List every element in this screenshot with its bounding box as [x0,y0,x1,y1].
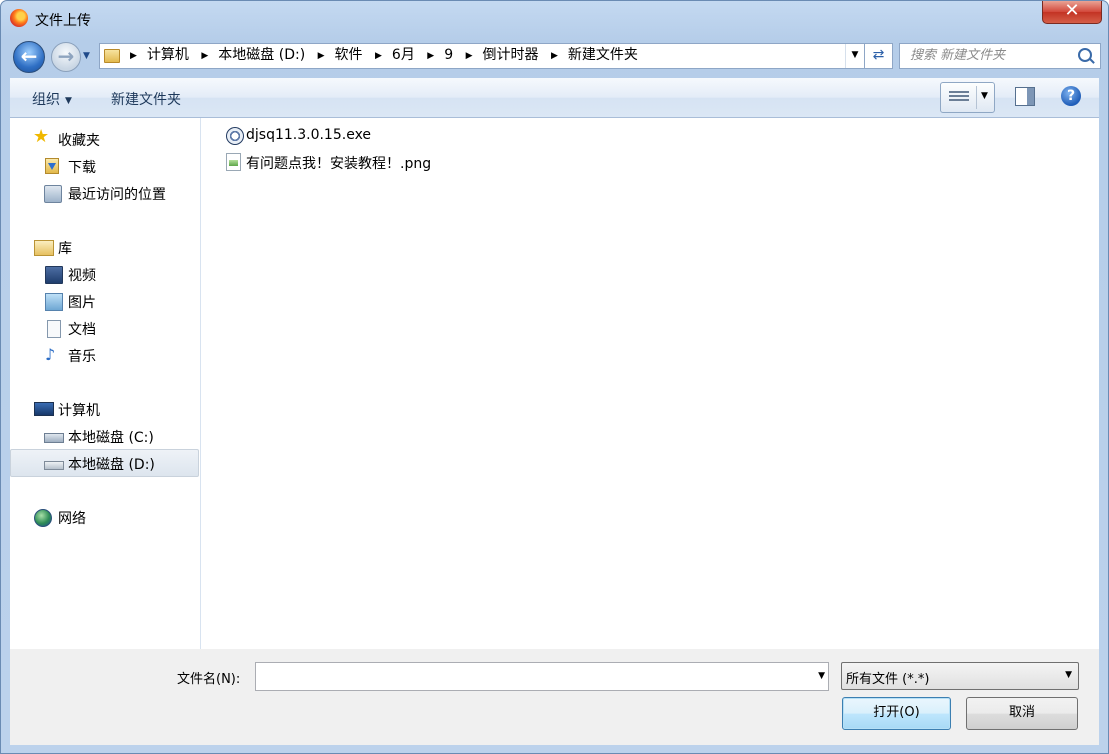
file-upload-dialog: 文件上传 ✕ ← → ▼ ▶ 计算机 ▶ 本地磁盘 (D:) ▶ 软件 ▶ 6月 ▶ 9 … [0,0,1109,754]
preview-pane-icon[interactable] [1015,87,1035,106]
content-area: ★ 收藏夹 下载 最近访问的位置 库 视频 图片 文档 ♪ 音乐 计算机 本地磁… [10,118,1099,649]
libraries-icon [34,240,54,256]
forward-arrow-icon: → [57,44,75,68]
sidebar-item-pictures[interactable]: 图片 [10,288,199,314]
caret-down-icon: ▼ [65,96,72,106]
filename-label: 文件名(N): [177,672,241,687]
search-input[interactable] [908,47,1077,64]
close-button[interactable]: ✕ [1042,1,1102,24]
title-bar: 文件上传 ✕ [1,1,1108,35]
open-button[interactable]: 打开(O) [842,697,951,730]
videos-library-icon [45,266,63,284]
breadcrumb-chevron-icon[interactable]: ▶ [318,45,325,68]
star-icon: ★ [33,126,50,147]
sidebar-item-computer[interactable]: 计算机 [10,396,199,422]
breadcrumb-item-software[interactable]: 软件 [335,47,363,63]
downloads-folder-icon [45,158,59,174]
breadcrumb-chevron-icon[interactable]: ▶ [375,45,382,68]
sidebar-item-label: 计算机 [58,403,100,419]
back-arrow-icon: ← [20,44,38,68]
filename-dropdown-icon[interactable]: ▼ [818,671,825,681]
sidebar-item-network[interactable]: 网络 [10,504,199,530]
change-view-button[interactable]: ▼ [940,82,995,113]
address-dropdown-button[interactable]: ▼ [845,44,864,68]
address-bar[interactable]: ▶ 计算机 ▶ 本地磁盘 (D:) ▶ 软件 ▶ 6月 ▶ 9 ▶ 倒计时器 ▶ 新建文件夹 … [99,43,865,69]
refresh-icon: ⇄ [872,47,885,63]
hard-drive-icon [44,461,64,470]
sidebar-item-label: 下载 [68,160,96,176]
breadcrumb-chevron-icon[interactable]: ▶ [201,45,208,68]
breadcrumb-item-computer[interactable]: 计算机 [147,47,189,63]
sidebar-item-label: 收藏夹 [58,133,100,149]
breadcrumb-item-countdown[interactable]: 倒计时器 [483,47,539,63]
sidebar-item-label: 本地磁盘 (D:) [68,457,155,473]
breadcrumb-chevron-icon[interactable]: ▶ [551,45,558,68]
music-library-icon: ♪ [45,345,56,364]
folder-icon [104,49,120,63]
sidebar-item-label: 网络 [58,511,86,527]
refresh-button[interactable]: ⇄ [864,43,893,69]
forward-button[interactable]: → [51,42,81,72]
sidebar-item-label: 图片 [68,295,96,311]
file-type-value: 所有文件 (*.*) [846,672,930,687]
recent-places-icon [44,185,62,203]
sidebar-item-label: 库 [58,241,72,257]
organize-label: 组织 [32,92,60,108]
organize-menu[interactable]: 组织 ▼ [32,89,72,109]
search-icon[interactable] [1078,48,1092,62]
breadcrumb-item-drive-d[interactable]: 本地磁盘 (D:) [218,47,305,63]
new-folder-button[interactable]: 新建文件夹 [111,89,181,109]
recent-pages-dropdown[interactable]: ▼ [83,51,90,61]
sidebar-item-label: 音乐 [68,349,96,365]
firefox-icon [10,9,28,27]
breadcrumb: ▶ 计算机 ▶ 本地磁盘 (D:) ▶ 软件 ▶ 6月 ▶ 9 ▶ 倒计时器 ▶ 新建文件夹 [122,44,638,68]
dialog-footer: 文件名(N): ▼ 所有文件 (*.*) ▼ 打开(O) 取消 [10,649,1099,745]
sidebar-item-label: 最近访问的位置 [68,187,166,203]
sidebar-item-favorites[interactable]: ★ 收藏夹 [10,126,199,152]
breadcrumb-chevron-icon[interactable]: ▶ [130,45,137,68]
sidebar-item-videos[interactable]: 视频 [10,261,199,287]
system-drive-icon [44,433,64,443]
sidebar-item-label: 视频 [68,268,96,284]
network-globe-icon [34,509,52,527]
pictures-library-icon [45,293,63,311]
chevron-down-icon: ▼ [1065,670,1072,680]
details-view-icon [949,91,969,103]
navigation-pane: ★ 收藏夹 下载 最近访问的位置 库 视频 图片 文档 ♪ 音乐 计算机 本地磁… [10,118,201,649]
sidebar-item-recent-places[interactable]: 最近访问的位置 [10,180,199,206]
help-icon[interactable]: ? [1061,86,1081,106]
documents-library-icon [47,320,61,338]
png-image-icon [226,153,241,171]
breadcrumb-item-june[interactable]: 6月 [392,47,415,63]
sidebar-item-music[interactable]: ♪ 音乐 [10,342,199,368]
view-options-dropdown[interactable]: ▼ [981,91,988,101]
sidebar-item-libraries[interactable]: 库 [10,234,199,260]
back-button[interactable]: ← [13,41,45,73]
file-type-select[interactable]: 所有文件 (*.*) ▼ [841,662,1079,690]
file-name: 有问题点我！安装教程！.png [246,156,432,172]
exe-icon [226,127,244,145]
breadcrumb-item-9[interactable]: 9 [444,47,453,63]
cancel-button[interactable]: 取消 [966,697,1078,730]
filename-input[interactable] [260,667,804,684]
sidebar-item-downloads[interactable]: 下载 [10,153,199,179]
breadcrumb-chevron-icon[interactable]: ▶ [427,45,434,68]
breadcrumb-item-new-folder[interactable]: 新建文件夹 [568,47,638,63]
sidebar-item-drive-d[interactable]: 本地磁盘 (D:) [10,449,199,477]
computer-icon [34,402,54,416]
command-toolbar: 组织 ▼ 新建文件夹 ▼ ? [10,78,1099,118]
window-title: 文件上传 [35,13,91,29]
breadcrumb-chevron-icon[interactable]: ▶ [466,45,473,68]
search-box[interactable] [899,43,1101,69]
filename-combobox[interactable]: ▼ [255,662,829,691]
sidebar-item-label: 文档 [68,322,96,338]
sidebar-item-label: 本地磁盘 (C:) [68,430,154,446]
sidebar-item-documents[interactable]: 文档 [10,315,199,341]
sidebar-item-drive-c[interactable]: 本地磁盘 (C:) [10,423,199,449]
file-name: djsq11.3.0.15.exe [246,127,372,143]
